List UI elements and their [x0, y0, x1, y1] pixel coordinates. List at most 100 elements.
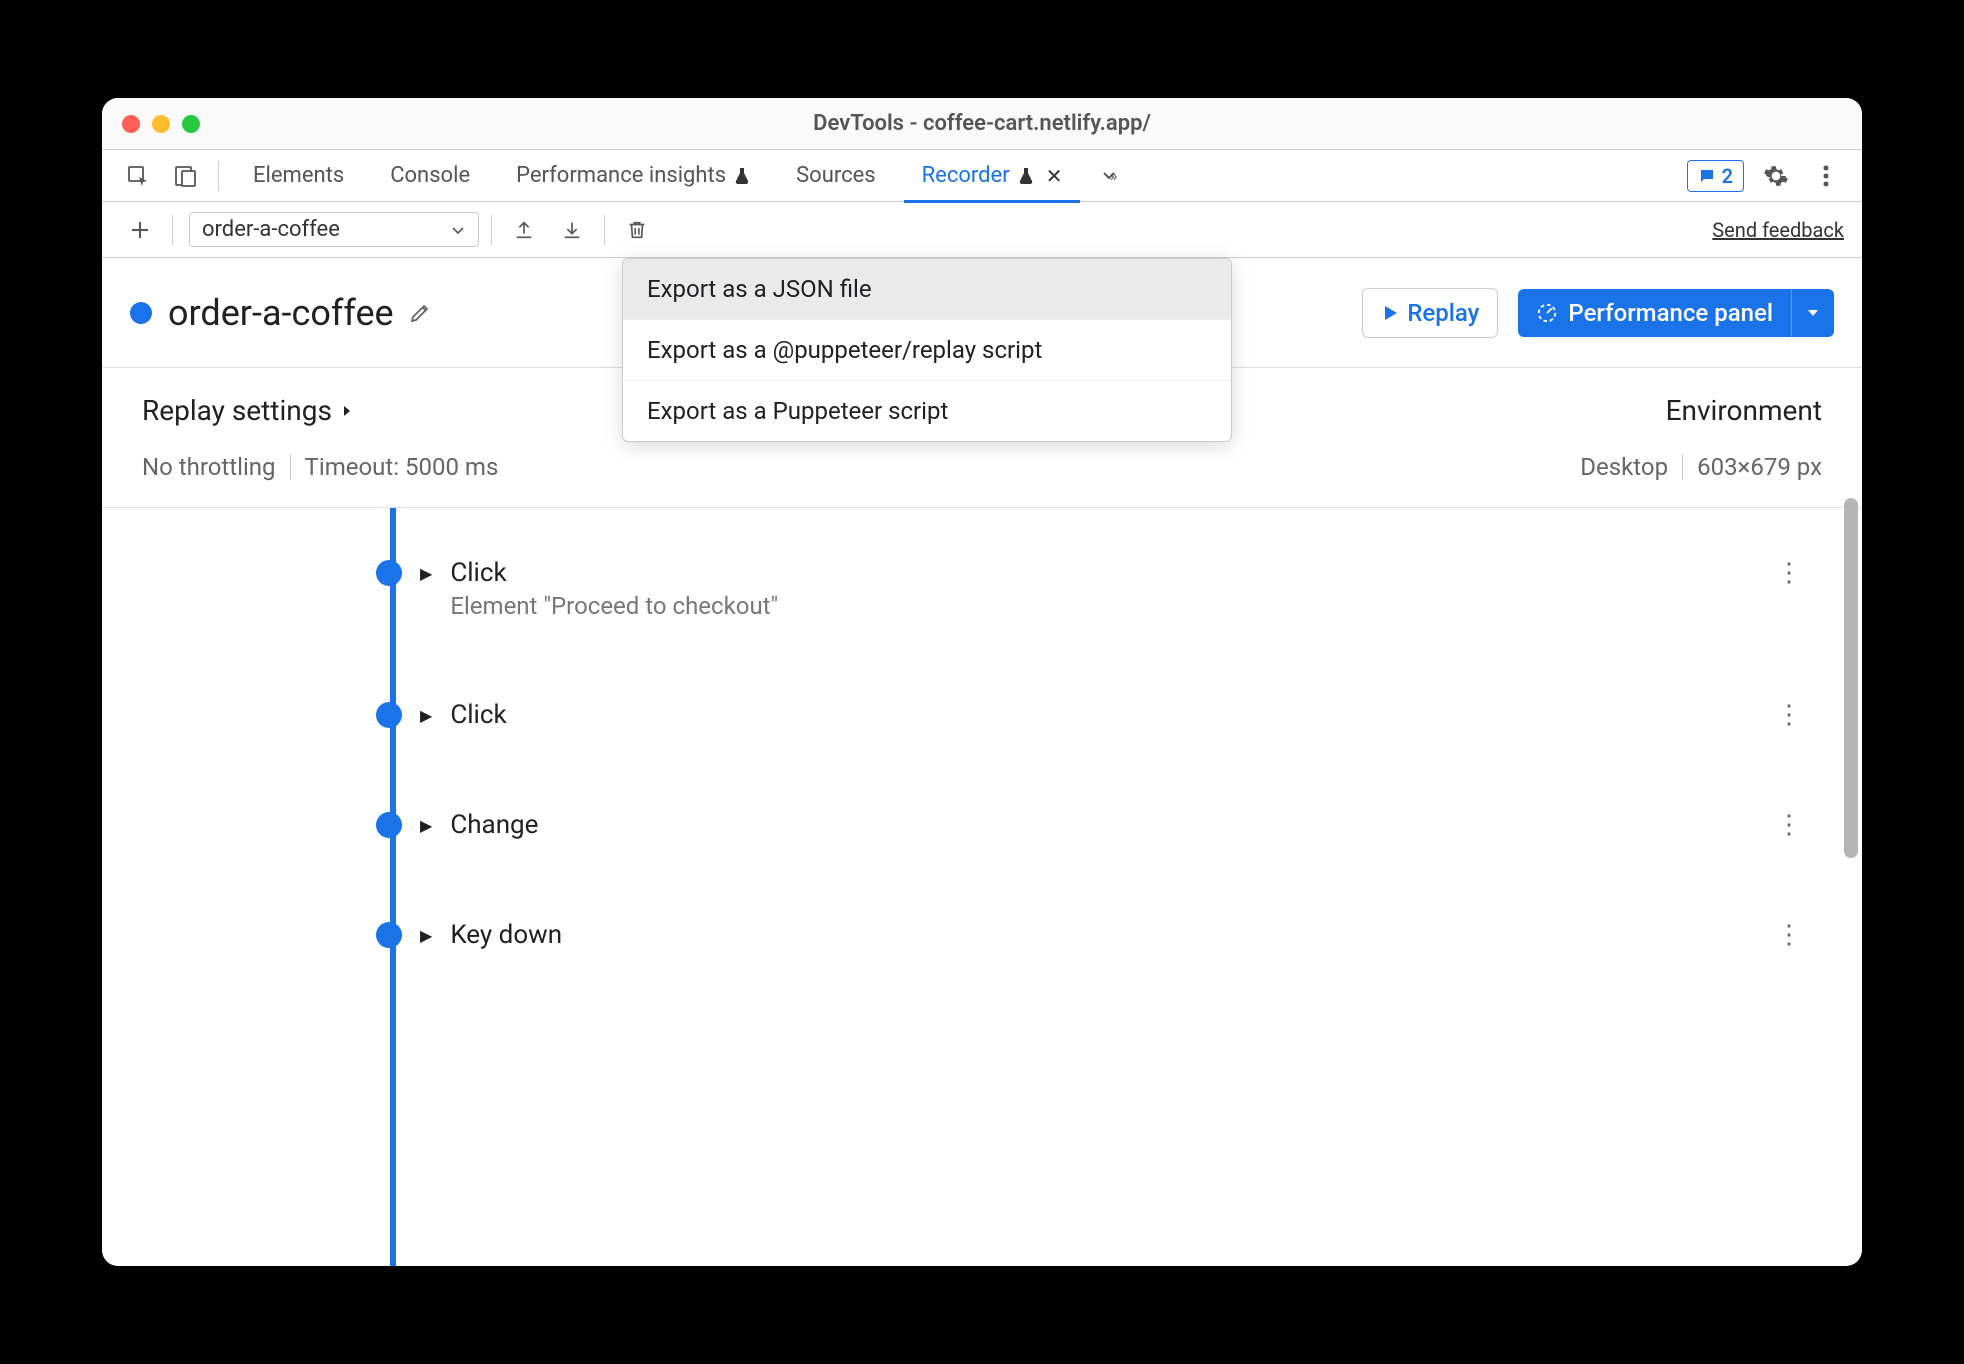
edit-title-icon[interactable]	[408, 301, 432, 325]
close-window-button[interactable]	[122, 115, 140, 133]
step-more-icon[interactable]: ⋮	[1776, 810, 1802, 840]
import-icon[interactable]	[552, 210, 592, 250]
step-item[interactable]: ▶ Click Element "Proceed to checkout" ⋮	[382, 558, 1862, 620]
tab-label: Console	[390, 163, 470, 188]
timeline-line	[390, 508, 396, 1266]
tab-label: Elements	[253, 163, 344, 188]
maximize-window-button[interactable]	[182, 115, 200, 133]
chat-icon	[1698, 167, 1716, 185]
step-label: Click	[450, 558, 778, 588]
chevron-down-icon	[1806, 306, 1820, 320]
device-toolbar-icon[interactable]	[166, 158, 202, 194]
minimize-window-button[interactable]	[152, 115, 170, 133]
export-menu-item-puppeteer[interactable]: Export as a Puppeteer script	[623, 380, 1231, 441]
close-tab-icon[interactable]: ✕	[1046, 164, 1063, 188]
step-item[interactable]: ▶ Change ⋮	[382, 810, 1862, 840]
divider	[491, 215, 492, 245]
send-feedback-link[interactable]: Send feedback	[1712, 218, 1844, 242]
delete-icon[interactable]	[617, 210, 657, 250]
chevron-right-icon: ▶	[420, 926, 432, 945]
chevron-right-icon	[340, 404, 354, 418]
tab-label: Recorder	[922, 163, 1010, 188]
throttle-value: No throttling	[142, 453, 276, 481]
performance-panel-label: Performance panel	[1568, 299, 1773, 327]
play-icon	[1381, 304, 1399, 322]
step-item[interactable]: ▶ Click ⋮	[382, 700, 1862, 730]
divider	[604, 215, 605, 245]
tab-sources[interactable]: Sources	[778, 150, 894, 202]
environment-title: Environment	[1580, 394, 1822, 427]
divider	[218, 161, 219, 191]
recording-name: order-a-coffee	[202, 217, 340, 242]
step-item[interactable]: ▶ Key down ⋮	[382, 920, 1862, 950]
step-content: Click Element "Proceed to checkout"	[450, 558, 778, 620]
step-more-icon[interactable]: ⋮	[1776, 558, 1802, 588]
recording-title: order-a-coffee	[168, 292, 394, 334]
tab-recorder[interactable]: Recorder ✕	[904, 150, 1081, 202]
traffic-lights	[122, 115, 200, 133]
header-actions: Replay Performance panel	[1362, 288, 1834, 338]
recording-selector[interactable]: order-a-coffee	[189, 212, 479, 247]
step-label: Change	[450, 810, 538, 840]
export-menu-item-puppeteer-replay[interactable]: Export as a @puppeteer/replay script	[623, 319, 1231, 380]
steps-list: ▶ Click Element "Proceed to checkout" ⋮ …	[102, 508, 1862, 1266]
window-title: DevTools - coffee-cart.netlify.app/	[813, 111, 1151, 136]
inspect-element-icon[interactable]	[120, 158, 156, 194]
step-more-icon[interactable]: ⋮	[1776, 700, 1802, 730]
step-more-icon[interactable]: ⋮	[1776, 920, 1802, 950]
divider	[1682, 454, 1683, 480]
replay-settings-values: No throttling Timeout: 5000 ms	[142, 453, 1540, 481]
export-menu-item-json[interactable]: Export as a JSON file	[623, 259, 1231, 319]
step-label: Click	[450, 700, 506, 730]
performance-panel-button[interactable]: Performance panel	[1518, 289, 1834, 337]
tab-right-controls: 2	[1687, 158, 1844, 194]
new-recording-icon[interactable]	[120, 210, 160, 250]
replay-label: Replay	[1407, 299, 1479, 327]
step-dot	[376, 812, 402, 838]
export-menu: Export as a JSON file Export as a @puppe…	[622, 258, 1232, 442]
environment-settings: Environment Desktop 603×679 px	[1580, 394, 1822, 481]
tab-strip: Elements Console Performance insights So…	[102, 150, 1862, 202]
step-dot	[376, 702, 402, 728]
flask-icon	[734, 167, 750, 185]
step-label: Key down	[450, 920, 562, 950]
step-dot	[376, 560, 402, 586]
more-tabs-icon[interactable]: »	[1090, 158, 1126, 194]
environment-values: Desktop 603×679 px	[1580, 453, 1822, 481]
recording-header: order-a-coffee Replay Performance panel …	[102, 258, 1862, 368]
replay-button[interactable]: Replay	[1362, 288, 1498, 338]
titlebar: DevTools - coffee-cart.netlify.app/	[102, 98, 1862, 150]
gauge-icon	[1536, 302, 1558, 324]
chevron-right-icon: ▶	[420, 564, 432, 583]
export-icon[interactable]	[504, 210, 544, 250]
messages-badge[interactable]: 2	[1687, 160, 1744, 192]
device-value: Desktop	[1580, 453, 1668, 481]
step-content: Change	[450, 810, 538, 840]
step-dot	[376, 922, 402, 948]
settings-gear-icon[interactable]	[1758, 158, 1794, 194]
chevron-right-icon: ▶	[420, 706, 432, 725]
tab-elements[interactable]: Elements	[235, 150, 362, 202]
tab-label: Performance insights	[516, 163, 726, 188]
divider	[172, 215, 173, 245]
tab-performance-insights[interactable]: Performance insights	[498, 150, 768, 202]
timeout-value: Timeout: 5000 ms	[305, 453, 499, 481]
tab-console[interactable]: Console	[372, 150, 488, 202]
divider	[290, 454, 291, 480]
step-content: Key down	[450, 920, 562, 950]
step-detail: Element "Proceed to checkout"	[450, 592, 778, 620]
recording-status-dot	[130, 302, 152, 324]
chevron-down-icon	[450, 222, 466, 238]
messages-count: 2	[1722, 164, 1733, 188]
flask-icon	[1018, 167, 1034, 185]
kebab-menu-icon[interactable]	[1808, 158, 1844, 194]
tab-label: Sources	[796, 163, 876, 188]
performance-panel-main[interactable]: Performance panel	[1518, 289, 1791, 337]
scrollbar-thumb[interactable]	[1844, 498, 1858, 858]
step-content: Click	[450, 700, 506, 730]
devtools-window: DevTools - coffee-cart.netlify.app/ Elem…	[102, 98, 1862, 1266]
chevron-right-icon: ▶	[420, 816, 432, 835]
dimensions-value: 603×679 px	[1697, 453, 1822, 481]
recorder-toolbar: order-a-coffee Send feedback	[102, 202, 1862, 258]
performance-panel-dropdown[interactable]	[1791, 289, 1834, 337]
